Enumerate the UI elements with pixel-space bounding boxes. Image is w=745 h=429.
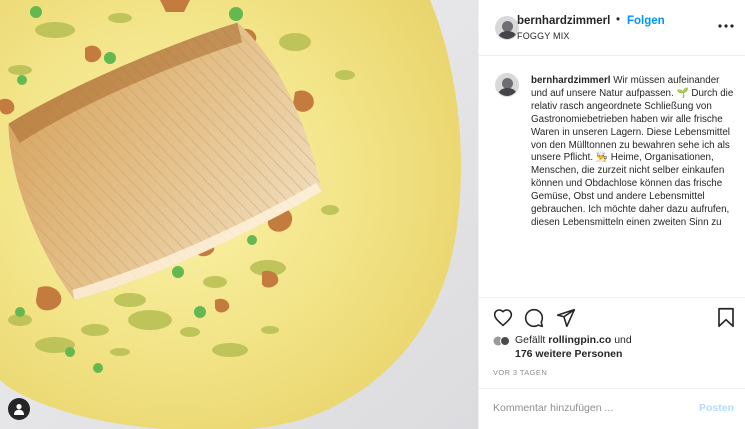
comment-icon[interactable] — [524, 308, 544, 328]
liker-avatars-icon[interactable] — [493, 336, 511, 346]
post-date[interactable]: VOR 3 TAGEN — [493, 368, 547, 377]
comment-input[interactable]: Kommentar hinzufügen ... — [493, 402, 613, 414]
post-actions: Gefällt rollingpin.co und 176 weitere Pe… — [479, 297, 745, 426]
caption-username[interactable]: bernhardzimmerl — [531, 75, 611, 86]
caption-text: bernhardzimmerl Wir müssen aufeinander u… — [531, 75, 736, 230]
post-location[interactable]: FOGGY MIX — [517, 31, 570, 41]
likes-summary: Gefällt rollingpin.co und 176 weitere Pe… — [515, 333, 632, 361]
post-header: bernhardzimmerl • Folgen FOGGY MIX — [479, 0, 745, 56]
more-options-icon[interactable] — [716, 18, 736, 34]
likes-others-link[interactable]: 176 weitere Personen — [515, 348, 622, 360]
author-avatar[interactable] — [495, 16, 519, 40]
post-comment-button[interactable]: Posten — [699, 402, 734, 414]
follow-button[interactable]: Folgen — [627, 15, 665, 27]
likes-prefix: Gefällt — [515, 334, 549, 346]
instagram-post: bernhardzimmerl • Folgen FOGGY MIX bernh… — [0, 0, 745, 429]
caption-author-avatar[interactable] — [495, 73, 519, 97]
post-side-panel: bernhardzimmerl • Folgen FOGGY MIX bernh… — [478, 0, 745, 429]
seedling-emoji: 🌱 — [676, 87, 689, 99]
caption-paragraph-3: Heime, Organisationen, Menschen, die zur… — [531, 152, 730, 228]
likes-and: und — [614, 334, 632, 346]
liked-by-user[interactable]: rollingpin.co — [548, 334, 611, 346]
user-tag-icon — [14, 404, 24, 415]
separator-dot: • — [616, 14, 621, 26]
bookmark-icon[interactable] — [717, 307, 735, 328]
heart-icon[interactable] — [493, 308, 513, 327]
post-photo[interactable] — [0, 0, 478, 429]
share-icon[interactable] — [556, 308, 576, 328]
chef-emoji: 👨‍🍳 — [595, 152, 609, 164]
author-username[interactable]: bernhardzimmerl — [517, 15, 610, 27]
comment-box: Kommentar hinzufügen ... Posten — [479, 388, 745, 427]
dish-illustration — [0, 0, 478, 429]
user-tag-button[interactable] — [8, 398, 30, 420]
post-caption: bernhardzimmerl Wir müssen aufeinander u… — [479, 57, 745, 297]
